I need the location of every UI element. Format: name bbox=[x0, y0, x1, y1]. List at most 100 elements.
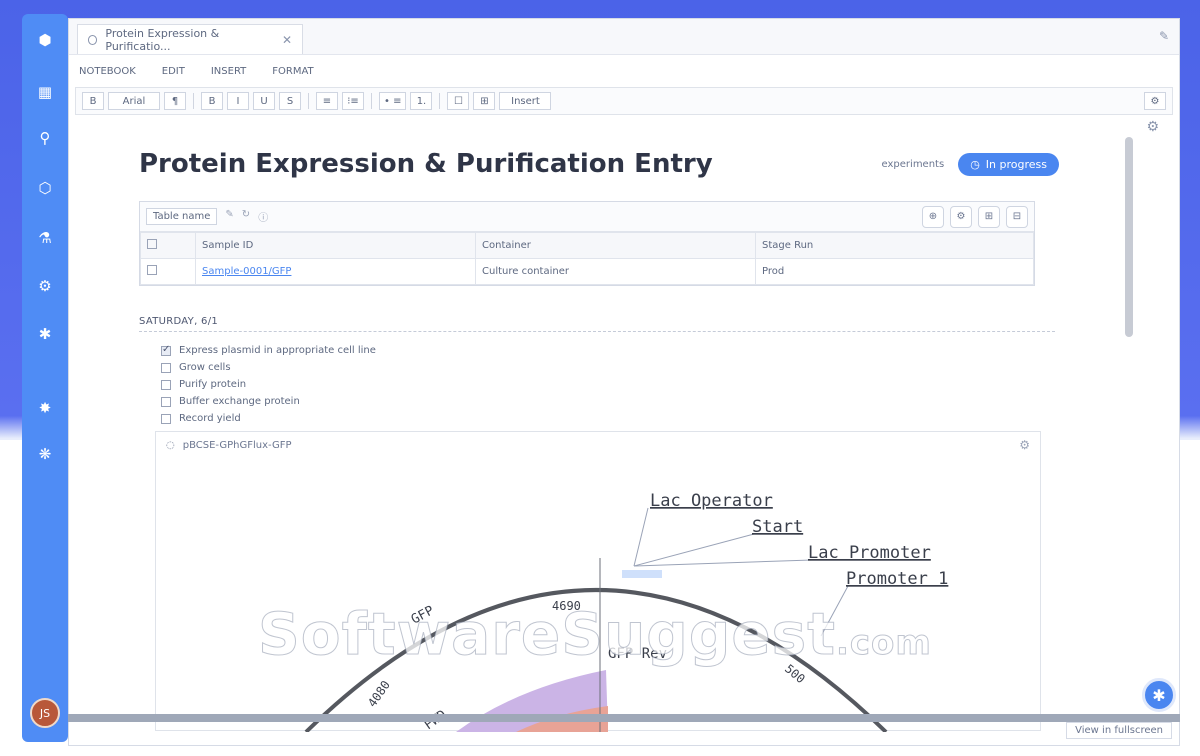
checkbox[interactable] bbox=[161, 396, 171, 407]
plasmid-name[interactable]: pBCSE-GPhGFlux-GFP bbox=[183, 440, 292, 451]
horizontal-scrollbar[interactable] bbox=[68, 714, 1180, 722]
column-header[interactable]: Stage Run bbox=[755, 232, 1034, 259]
bug-icon[interactable]: ✸ bbox=[33, 396, 57, 420]
list-item[interactable]: Grow cells bbox=[139, 359, 1059, 376]
plasmid-map[interactable]: Lac Operator Start Lac Promoter Promoter… bbox=[156, 458, 1042, 732]
table-row[interactable]: Sample-0001/GFP Culture container Prod bbox=[140, 258, 1034, 285]
menu-notebook[interactable]: NOTEBOOK bbox=[79, 66, 136, 77]
table-header: Table name ✎ ↻ ⓘ ⊕ ⚙ ⊞ ⊟ bbox=[140, 202, 1034, 232]
edit-icon[interactable]: ✎ bbox=[1159, 29, 1169, 43]
list-item[interactable]: Purify protein bbox=[139, 376, 1059, 393]
menu-bar: NOTEBOOK EDIT INSERT FORMAT bbox=[69, 55, 1179, 87]
scrollbar[interactable] bbox=[1125, 137, 1133, 337]
task-text: Purify protein bbox=[179, 379, 247, 390]
table-name-input[interactable]: Table name bbox=[146, 208, 218, 225]
format-toolbar: B Arial ¶ B I U S ≡ ⁝≡ • ≡ 1. ☐ ⊞ Insert… bbox=[75, 87, 1173, 115]
watermark-main: SoftwareSuggest bbox=[258, 600, 836, 669]
container-cell[interactable]: Culture container bbox=[475, 258, 756, 285]
watermark: SoftwareSuggest.com bbox=[258, 600, 932, 669]
leader-line bbox=[633, 507, 649, 567]
bullet-list-button[interactable]: • ≡ bbox=[379, 92, 407, 110]
lac-operator-label: Lac Operator bbox=[650, 491, 773, 511]
underline-button[interactable]: U bbox=[253, 92, 275, 110]
stage-run-cell[interactable]: Prod bbox=[755, 258, 1034, 285]
add-row-button[interactable]: ⊕ bbox=[922, 205, 944, 228]
checkbox[interactable] bbox=[161, 362, 171, 373]
toolbar-divider bbox=[308, 93, 309, 109]
toolbar-divider bbox=[371, 93, 372, 109]
tab-entry[interactable]: Protein Expression & Purificatio... ✕ bbox=[77, 24, 303, 54]
star-icon[interactable]: ❋ bbox=[33, 442, 57, 466]
leader-line bbox=[633, 559, 813, 567]
fullscreen-link[interactable]: View in fullscreen bbox=[1066, 722, 1172, 739]
checkbox[interactable] bbox=[161, 379, 171, 390]
column-header[interactable]: Container bbox=[475, 232, 756, 259]
report-icon[interactable]: ⚙ bbox=[33, 274, 57, 298]
list-item[interactable]: Buffer exchange protein bbox=[139, 393, 1059, 410]
info-icon[interactable]: ⓘ bbox=[258, 209, 268, 224]
status-badge[interactable]: ◷ In progress bbox=[958, 152, 1059, 176]
table-grid-button[interactable]: ⊞ bbox=[978, 205, 1000, 228]
list-item[interactable]: Express plasmid in appropriate cell line bbox=[139, 342, 1059, 359]
indent-button[interactable]: ⁝≡ bbox=[342, 92, 364, 110]
table-header-row: Sample ID Container Stage Run bbox=[140, 232, 1034, 259]
entry-header: Protein Expression & Purification Entry … bbox=[139, 137, 1059, 191]
gear-icon[interactable]: ⚙ bbox=[1144, 92, 1166, 110]
list-item[interactable]: Record yield bbox=[139, 410, 1059, 427]
task-text: Grow cells bbox=[179, 362, 231, 373]
plasmid-map-card: ◌ pBCSE-GPhGFlux-GFP ⚙ Lac Operator Star… bbox=[155, 431, 1042, 732]
bold-button[interactable]: B bbox=[201, 92, 223, 110]
task-text: Buffer exchange protein bbox=[179, 396, 300, 407]
strike-button[interactable]: S bbox=[279, 92, 301, 110]
help-icon[interactable]: ✱ bbox=[1142, 678, 1176, 712]
checkbox[interactable] bbox=[147, 265, 157, 275]
task-text: Record yield bbox=[179, 413, 241, 424]
settings-gear-icon[interactable]: ⚙ bbox=[1146, 119, 1159, 135]
align-button[interactable]: ≡ bbox=[316, 92, 338, 110]
table-button[interactable]: ⊞ bbox=[473, 92, 496, 110]
font-select[interactable]: Arial bbox=[108, 92, 160, 110]
select-all-cell[interactable] bbox=[140, 232, 196, 259]
style-button[interactable]: B bbox=[82, 92, 104, 110]
insert-select[interactable]: Insert bbox=[499, 92, 552, 110]
entry-meta[interactable]: experiments bbox=[882, 159, 945, 170]
section-date-label: SATURDAY, 6/1 bbox=[139, 316, 1055, 332]
gear-icon[interactable]: ⚙ bbox=[1019, 438, 1030, 452]
close-icon[interactable]: ✕ bbox=[282, 33, 292, 47]
checkbox-checked[interactable] bbox=[161, 344, 171, 356]
table-settings-button[interactable]: ⚙ bbox=[950, 205, 972, 228]
menu-edit[interactable]: EDIT bbox=[162, 66, 185, 77]
link-icon[interactable]: ✎ bbox=[225, 209, 233, 224]
task-checklist: Express plasmid in appropriate cell line… bbox=[139, 342, 1059, 427]
home-icon[interactable]: ⬢ bbox=[33, 28, 57, 52]
settings-icon[interactable]: ✱ bbox=[33, 322, 57, 346]
menu-format[interactable]: FORMAT bbox=[272, 66, 313, 77]
flask-icon[interactable]: ⚗ bbox=[33, 226, 57, 250]
table-delete-button[interactable]: ⊟ bbox=[1006, 205, 1028, 228]
leader-line bbox=[633, 533, 755, 567]
user-avatar[interactable]: JS bbox=[30, 698, 60, 728]
tab-title: Protein Expression & Purificatio... bbox=[105, 26, 220, 53]
entry-icon bbox=[88, 34, 98, 45]
italic-button[interactable]: I bbox=[227, 92, 249, 110]
column-header[interactable]: Sample ID bbox=[195, 232, 476, 259]
molecule-icon[interactable]: ⬡ bbox=[33, 176, 57, 200]
entry-content: Protein Expression & Purification Entry … bbox=[139, 137, 1059, 427]
position-4080-label: 4080 bbox=[365, 678, 393, 710]
menu-insert[interactable]: INSERT bbox=[211, 66, 246, 77]
notebook-icon[interactable]: ▦ bbox=[33, 80, 57, 104]
paragraph-button[interactable]: ¶ bbox=[164, 92, 186, 110]
sample-id-cell[interactable]: Sample-0001/GFP bbox=[195, 258, 476, 285]
checkbox[interactable] bbox=[161, 413, 171, 424]
plasmid-icon: ◌ bbox=[166, 439, 175, 451]
app-sidebar: ⬢ ▦ ⚲ ⬡ ⚗ ⚙ ✱ ✸ ❋ JS bbox=[22, 14, 68, 742]
sample-link[interactable]: Sample-0001/GFP bbox=[202, 266, 291, 277]
inventory-icon[interactable]: ⚲ bbox=[33, 126, 57, 150]
page-title: Protein Expression & Purification Entry bbox=[139, 149, 713, 179]
checkbox[interactable] bbox=[147, 239, 157, 249]
numbered-list-button[interactable]: 1. bbox=[410, 92, 433, 110]
row-select-cell[interactable] bbox=[140, 258, 196, 285]
checkbox-button[interactable]: ☐ bbox=[447, 92, 470, 110]
table-actions: ⊕ ⚙ ⊞ ⊟ bbox=[922, 205, 1028, 228]
refresh-icon[interactable]: ↻ bbox=[242, 209, 250, 224]
